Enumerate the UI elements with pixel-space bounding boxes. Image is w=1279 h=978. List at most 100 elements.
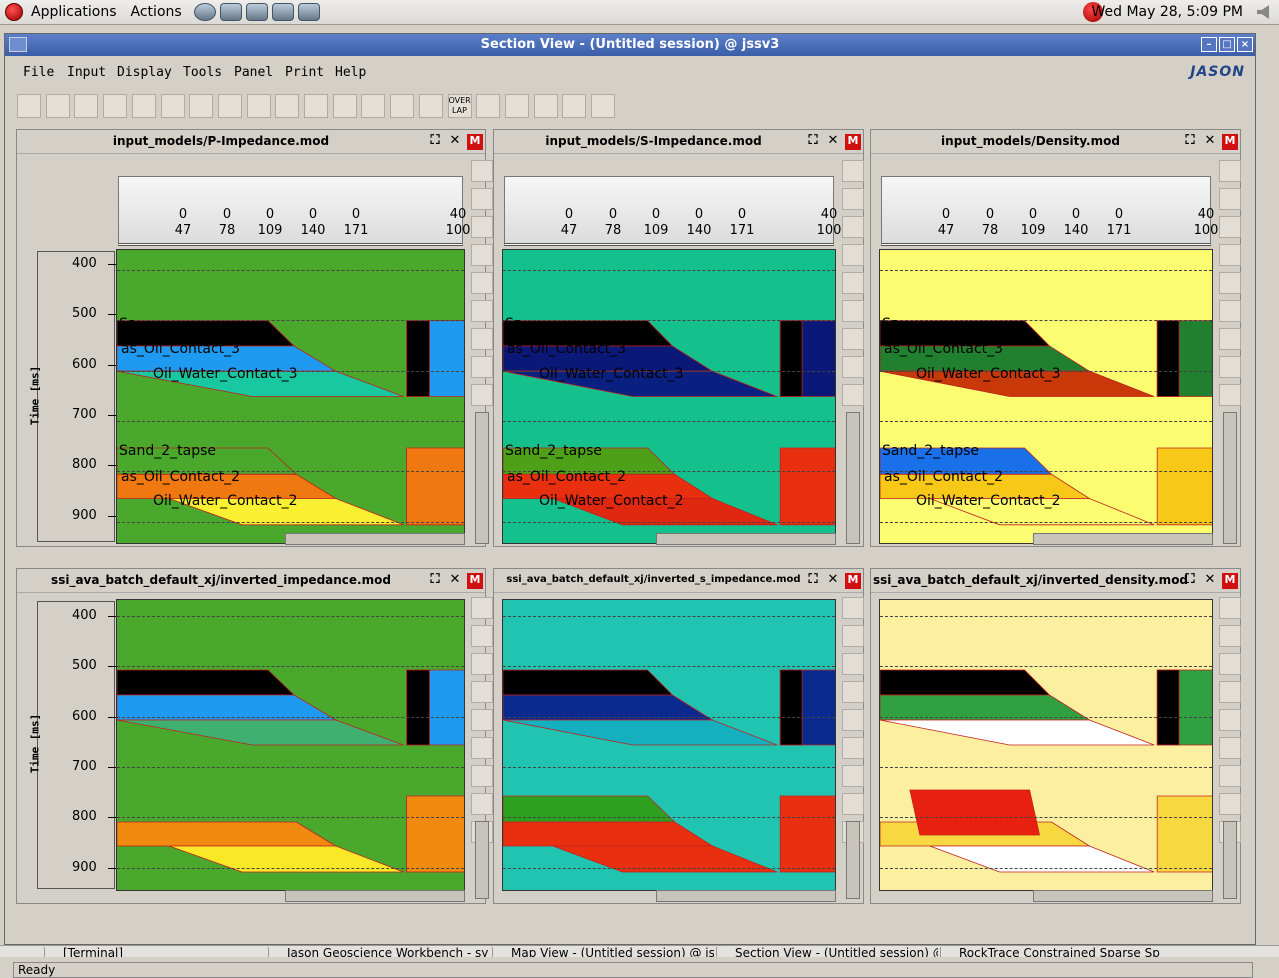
vertical-scrollbar[interactable] xyxy=(846,412,860,544)
toolbar-wiggle-icon[interactable] xyxy=(103,94,128,118)
m-menu-icon[interactable]: M xyxy=(1222,573,1238,589)
toolbar-horizon-icon[interactable] xyxy=(131,94,156,118)
side-well-icon[interactable] xyxy=(842,709,864,731)
side-spectrum-icon[interactable] xyxy=(1219,793,1241,815)
section-plot[interactable] xyxy=(879,599,1213,891)
menu-display[interactable]: Display xyxy=(117,65,172,80)
side-colorbar-icon[interactable] xyxy=(471,300,493,322)
redhat-logo-icon[interactable] xyxy=(5,3,23,21)
side-well-icon[interactable] xyxy=(1219,709,1241,731)
m-menu-icon[interactable]: M xyxy=(467,134,483,150)
toolbar-save-icon[interactable] xyxy=(74,94,99,118)
toolbar-crosshair-icon[interactable] xyxy=(361,94,386,118)
side-palette-icon[interactable] xyxy=(471,384,493,406)
side-spectrum-icon[interactable] xyxy=(471,793,493,815)
office-launcher-icon[interactable] xyxy=(271,3,294,21)
side-palette-icon[interactable] xyxy=(1219,384,1241,406)
side-colorbar-icon[interactable] xyxy=(471,737,493,759)
side-trace-list-icon[interactable] xyxy=(471,160,493,182)
close-panel-icon[interactable]: ✕ xyxy=(447,573,463,589)
side-layers-icon[interactable] xyxy=(842,765,864,787)
toolbar-pin-icon[interactable] xyxy=(476,94,501,118)
side-wiggle-b-icon[interactable] xyxy=(842,653,864,675)
side-layers-icon[interactable] xyxy=(471,765,493,787)
toolbar-zoom-reset-icon[interactable] xyxy=(533,94,558,118)
toolbar-traces-icon[interactable] xyxy=(246,94,271,118)
menu-file[interactable]: File xyxy=(23,65,54,80)
toolbar-over-lap-icon[interactable]: OVER LAP xyxy=(447,94,472,118)
side-well-icon[interactable] xyxy=(842,272,864,294)
vertical-scrollbar[interactable] xyxy=(475,412,489,544)
side-colorbar-icon[interactable] xyxy=(842,300,864,322)
side-colorbar-icon[interactable] xyxy=(1219,300,1241,322)
toolbar-overlay-list-icon[interactable] xyxy=(304,94,328,118)
section-plot[interactable] xyxy=(502,599,836,891)
toolbar-well-icon[interactable] xyxy=(160,94,185,118)
close-panel-icon[interactable]: ✕ xyxy=(1202,134,1218,150)
side-palette-icon[interactable] xyxy=(842,384,864,406)
toolbar-camera-icon[interactable] xyxy=(591,94,615,118)
maximize-panel-icon[interactable]: ⛶ xyxy=(427,134,443,150)
taskbar-item[interactable]: Section View - (Untitled session) @ xyxy=(716,947,938,957)
side-horizon-icon[interactable] xyxy=(1219,681,1241,703)
m-menu-icon[interactable]: M xyxy=(845,573,861,589)
side-wiggle-b-icon[interactable] xyxy=(471,653,493,675)
side-spectrum-icon[interactable] xyxy=(842,793,864,815)
horizontal-scrollbar[interactable] xyxy=(1033,533,1213,545)
side-wiggle-b-icon[interactable] xyxy=(471,216,493,238)
horizontal-scrollbar[interactable] xyxy=(285,533,465,545)
toolbar-new-icon[interactable] xyxy=(17,94,41,118)
side-wiggle-a-icon[interactable] xyxy=(1219,188,1241,210)
toolbar-spectrum-icon[interactable] xyxy=(275,94,300,118)
editor-launcher-icon[interactable] xyxy=(245,3,268,21)
side-layers-icon[interactable] xyxy=(471,328,493,350)
menu-help[interactable]: Help xyxy=(335,65,366,80)
menu-tools[interactable]: Tools xyxy=(183,65,222,80)
section-plot[interactable]: Sa as_Oil_Contact_3 Oil_Water_Contact_3 San… xyxy=(502,249,836,544)
side-trace-list-icon[interactable] xyxy=(471,597,493,619)
mail-launcher-icon[interactable] xyxy=(219,3,242,21)
window-titlebar[interactable]: Section View - (Untitled session) @ jssv… xyxy=(5,34,1255,56)
side-well-icon[interactable] xyxy=(471,709,493,731)
toolbar-color-bar-icon[interactable] xyxy=(189,94,214,118)
vertical-scrollbar[interactable] xyxy=(1223,821,1237,899)
side-horizon-icon[interactable] xyxy=(842,244,864,266)
horizontal-scrollbar[interactable] xyxy=(656,533,836,545)
side-horizon-icon[interactable] xyxy=(1219,244,1241,266)
side-horizon-icon[interactable] xyxy=(471,244,493,266)
clock[interactable]: Wed May 28, 5:09 PM xyxy=(1092,4,1244,20)
taskbar-item[interactable]: Map View - (Untitled session) @ js xyxy=(492,947,714,957)
close-panel-icon[interactable]: ✕ xyxy=(825,134,841,150)
side-wiggle-a-icon[interactable] xyxy=(471,188,493,210)
vertical-scrollbar[interactable] xyxy=(475,821,489,899)
toolbar-layers-icon[interactable] xyxy=(217,94,242,118)
side-wiggle-a-icon[interactable] xyxy=(1219,625,1241,647)
maximize-panel-icon[interactable]: ⛶ xyxy=(805,134,821,150)
toolbar-log-icon[interactable] xyxy=(390,94,415,118)
minimize-icon[interactable]: – xyxy=(1201,37,1217,52)
side-horizon-icon[interactable] xyxy=(842,681,864,703)
side-colorbar-icon[interactable] xyxy=(842,737,864,759)
print-launcher-icon[interactable] xyxy=(297,3,320,21)
side-spectrum-icon[interactable] xyxy=(842,356,864,378)
maximize-panel-icon[interactable]: ⛶ xyxy=(805,573,821,589)
taskbar-item[interactable]: RockTrace Constrained Sparse Sp xyxy=(940,947,1162,957)
side-wiggle-a-icon[interactable] xyxy=(842,625,864,647)
side-wiggle-a-icon[interactable] xyxy=(842,188,864,210)
side-wiggle-b-icon[interactable] xyxy=(1219,216,1241,238)
m-menu-icon[interactable]: M xyxy=(467,573,483,589)
horizontal-scrollbar[interactable] xyxy=(656,890,836,902)
side-horizon-icon[interactable] xyxy=(471,681,493,703)
horizontal-scrollbar[interactable] xyxy=(285,890,465,902)
close-panel-icon[interactable]: ✕ xyxy=(447,134,463,150)
horizontal-scrollbar[interactable] xyxy=(1033,890,1213,902)
close-panel-icon[interactable]: ✕ xyxy=(825,573,841,589)
taskbar-item[interactable]: Jason Geoscience Workbench - sy xyxy=(268,947,490,957)
m-menu-icon[interactable]: M xyxy=(1222,134,1238,150)
side-layers-icon[interactable] xyxy=(1219,328,1241,350)
menu-panel[interactable]: Panel xyxy=(234,65,273,80)
toolbar-print-icon[interactable] xyxy=(562,94,587,118)
taskbar-item[interactable]: [Terminal] xyxy=(44,947,266,957)
side-spectrum-icon[interactable] xyxy=(1219,356,1241,378)
actions-menu[interactable]: Actions xyxy=(131,4,182,20)
